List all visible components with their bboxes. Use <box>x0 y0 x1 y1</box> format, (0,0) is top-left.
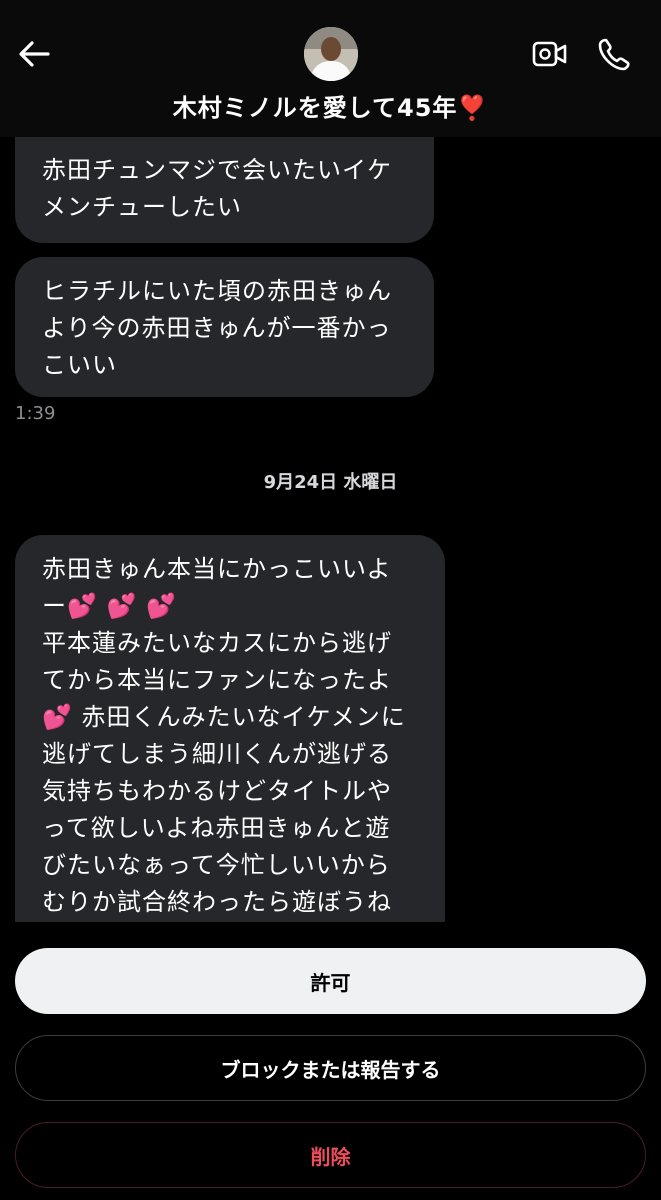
message-list: 赤田チュンマジで会いたいイケ メンチューしたい ヒラチルにいた頃の赤田きゅん よ… <box>0 137 661 922</box>
phone-icon <box>598 38 630 71</box>
date-divider: 9月24日 水曜日 <box>263 472 398 493</box>
arrow-left-icon <box>19 41 50 67</box>
message-bubble[interactable]: 赤田きゅん本当にかっこいいよ ー💕 💕 💕 平本蓮みたいなカスにから逃げ てから… <box>15 535 445 922</box>
message-timestamp: 1:39 <box>15 403 56 424</box>
delete-button[interactable]: 削除 <box>15 1122 646 1188</box>
chat-header: 木村ミノルを愛して45年❣️ <box>0 0 661 137</box>
allow-button[interactable]: 許可 <box>15 948 646 1014</box>
page-title: 木村ミノルを愛して45年❣️ <box>172 94 489 122</box>
message-bubble[interactable]: 赤田チュンマジで会いたいイケ メンチューしたい <box>15 137 434 243</box>
avatar[interactable] <box>304 27 358 81</box>
video-camera-icon <box>532 41 567 67</box>
video-call-button[interactable] <box>529 36 571 72</box>
voice-call-button[interactable] <box>594 34 634 74</box>
message-bubble[interactable]: ヒラチルにいた頃の赤田きゅん より今の赤田きゅんが一番かっ こいい <box>15 257 434 397</box>
back-button[interactable] <box>14 36 54 72</box>
block-report-button[interactable]: ブロックまたは報告する <box>15 1035 646 1101</box>
profile-photo <box>304 27 358 81</box>
